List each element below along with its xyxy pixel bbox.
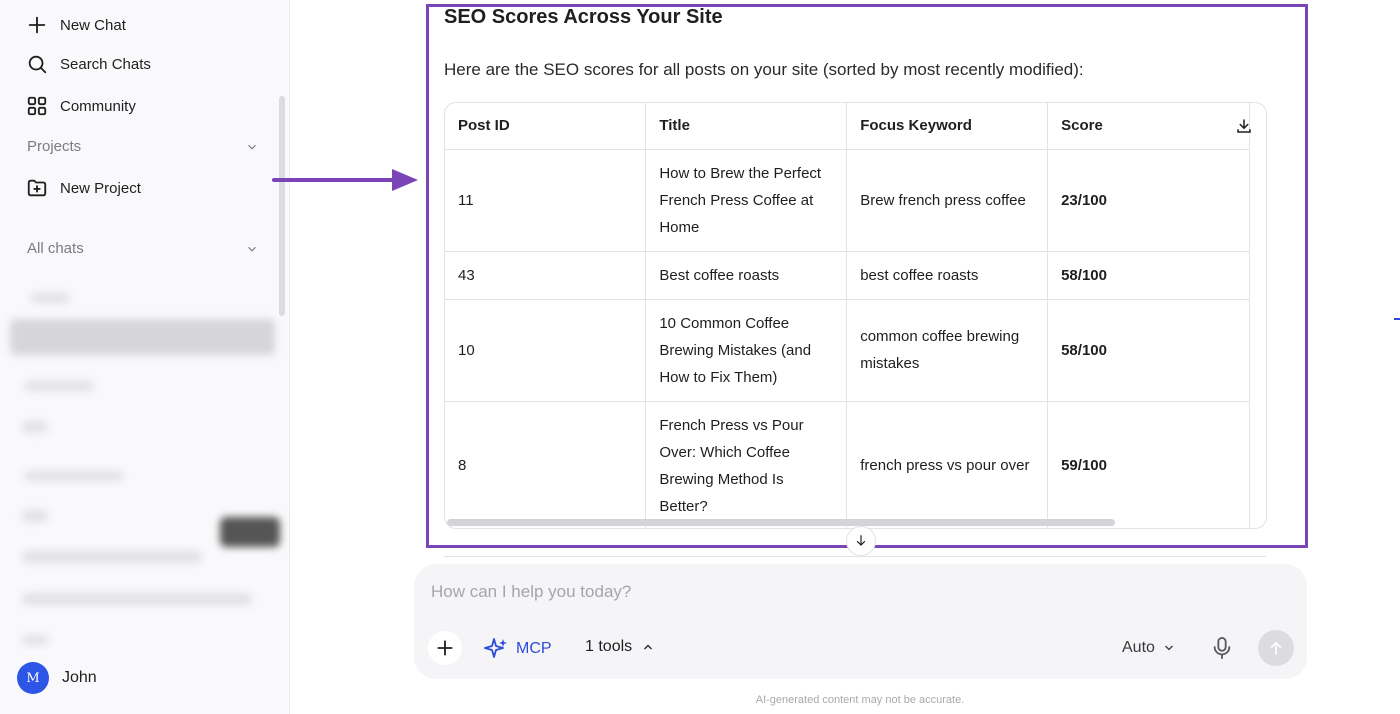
all-chats-label: All chats [27, 240, 84, 257]
edge-marker [1394, 318, 1400, 320]
microphone-icon[interactable] [1211, 636, 1233, 660]
blurred-item [24, 381, 94, 391]
arrow-down-icon [856, 535, 866, 546]
blurred-item [30, 293, 70, 303]
blurred-item [22, 551, 202, 563]
blurred-item [22, 593, 252, 605]
arrow-up-icon [1270, 641, 1282, 655]
attach-button[interactable] [428, 631, 462, 665]
annotation-arrow-icon [272, 169, 418, 191]
new-chat-label: New Chat [60, 16, 126, 34]
sidebar-scrollbar[interactable] [279, 96, 285, 316]
divider [444, 556, 1266, 557]
sparkle-icon [484, 638, 507, 658]
model-selector[interactable]: Auto [1122, 639, 1175, 657]
app-root: New Chat Search Chats Community Projects… [0, 0, 1400, 714]
blurred-item [22, 421, 48, 433]
chevron-up-icon [644, 644, 653, 650]
mcp-label: MCP [516, 640, 552, 657]
search-chats-label: Search Chats [60, 55, 151, 73]
blurred-item [220, 517, 280, 547]
highlight-frame [426, 4, 1308, 548]
blurred-item [24, 471, 124, 481]
composer: MCP 1 tools Auto [414, 564, 1307, 679]
plus-icon [28, 16, 46, 34]
blurred-item [22, 635, 48, 645]
disclaimer: AI-generated content may not be accurate… [755, 694, 965, 706]
sidebar: New Chat Search Chats Community Projects… [0, 0, 290, 714]
community-label: Community [60, 97, 136, 115]
user-profile[interactable]: M John [17, 662, 97, 694]
send-button[interactable] [1258, 630, 1294, 666]
tools-button[interactable]: 1 tools [585, 638, 654, 656]
community-button[interactable]: Community [26, 95, 136, 117]
user-name: John [62, 669, 97, 686]
model-label: Auto [1122, 639, 1155, 656]
chevron-down-icon [248, 144, 256, 150]
projects-section-toggle[interactable]: Projects [27, 138, 259, 155]
new-project-label: New Project [60, 179, 141, 197]
chevron-down-icon [1164, 645, 1173, 651]
blurred-item [10, 319, 275, 355]
folder-plus-icon [27, 179, 47, 197]
mcp-button[interactable]: MCP [484, 637, 552, 661]
search-chats-button[interactable]: Search Chats [26, 53, 151, 75]
blurred-item [22, 510, 48, 522]
projects-label: Projects [27, 138, 82, 155]
message-input[interactable] [431, 582, 1231, 602]
scroll-down-button[interactable] [846, 526, 876, 556]
tools-label: 1 tools [585, 638, 633, 655]
new-chat-button[interactable]: New Chat [26, 14, 126, 36]
grid-icon [27, 96, 47, 116]
search-icon [28, 55, 47, 74]
chevron-down-icon [248, 246, 256, 252]
plus-icon [437, 640, 453, 656]
new-project-button[interactable]: New Project [26, 177, 141, 199]
all-chats-section-toggle[interactable]: All chats [27, 240, 259, 257]
avatar: M [17, 662, 49, 694]
blurred-chat-list [0, 285, 290, 650]
